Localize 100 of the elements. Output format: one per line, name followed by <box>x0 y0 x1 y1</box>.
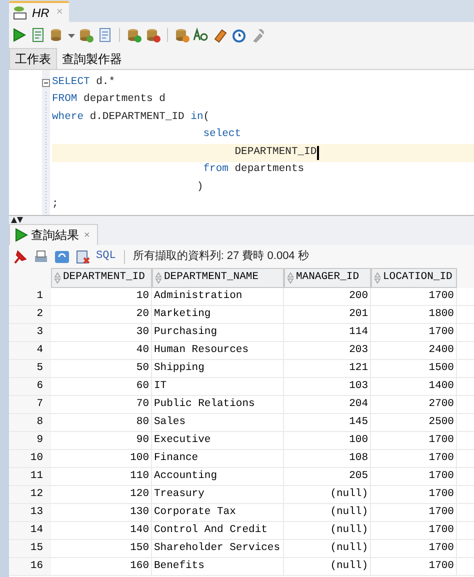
table-cell: 20 <box>51 306 152 323</box>
sort-icon <box>54 272 61 284</box>
commit-icon[interactable] <box>126 26 142 42</box>
table-cell: (null) <box>284 558 371 575</box>
table-cell: Sales <box>152 414 284 431</box>
table-cell: 1500 <box>371 360 457 377</box>
table-cell: 1700 <box>371 540 457 557</box>
table-cell: 90 <box>51 432 152 449</box>
table-cell: 50 <box>51 360 152 377</box>
tab-label: HR <box>32 4 50 22</box>
row-number: 11 <box>9 468 51 485</box>
table-cell: 1700 <box>371 486 457 503</box>
editor-tab[interactable]: 工作表 <box>9 48 57 69</box>
table-cell: 201 <box>284 306 371 323</box>
sort-icon <box>374 272 381 284</box>
table-cell: (null) <box>284 504 371 521</box>
editor-tab[interactable]: 查詢製作器 <box>57 48 127 69</box>
table-cell: 1800 <box>371 306 457 323</box>
table-cell: Benefits <box>152 558 284 575</box>
table-cell: 60 <box>51 378 152 395</box>
table-cell: 121 <box>284 360 371 377</box>
table-cell: 150 <box>51 540 152 557</box>
table-cell: 40 <box>51 342 152 359</box>
table-cell: 1700 <box>371 288 457 305</box>
table-cell: 1700 <box>371 450 457 467</box>
column-header[interactable]: DEPARTMENT_ID <box>51 268 152 288</box>
rollback-icon[interactable] <box>145 26 161 42</box>
table-cell: Purchasing <box>152 324 284 341</box>
table-cell: 1700 <box>371 558 457 575</box>
code-line: FROM departments d <box>52 92 166 108</box>
document-search-icon[interactable] <box>97 26 113 42</box>
code-line: SELECT d.* <box>52 74 116 90</box>
database-icon[interactable] <box>78 26 94 42</box>
table-cell: (null) <box>284 540 371 557</box>
table-cell: 1700 <box>371 504 457 521</box>
results-tab[interactable]: 查詢結果 × <box>9 224 98 245</box>
table-cell: Control And Credit <box>152 522 284 539</box>
row-number: 4 <box>9 342 51 359</box>
pin-icon[interactable] <box>12 248 28 264</box>
table-cell: 114 <box>284 324 371 341</box>
column-header[interactable]: DEPARTMENT_NAME <box>152 268 284 288</box>
table-cell: 10 <box>51 288 152 305</box>
print-icon[interactable] <box>33 248 49 264</box>
row-number: 6 <box>9 378 51 395</box>
run-icon[interactable] <box>11 26 27 42</box>
table-cell: 100 <box>284 432 371 449</box>
splitter-arrows-icon[interactable] <box>11 216 23 222</box>
row-number: 16 <box>9 558 51 575</box>
table-cell: 30 <box>51 324 152 341</box>
row-number: 8 <box>9 414 51 431</box>
tab-label: 查詢結果 <box>31 227 79 244</box>
delete-icon[interactable] <box>75 248 91 264</box>
table-cell: 200 <box>284 288 371 305</box>
run-script-icon[interactable] <box>30 26 46 42</box>
document-tab[interactable]: HR × <box>9 1 69 22</box>
table-cell: Corporate Tax <box>152 504 284 521</box>
table-cell: 110 <box>51 468 152 485</box>
table-cell: 205 <box>284 468 371 485</box>
run-icon[interactable] <box>13 227 29 243</box>
code-line: select <box>202 127 242 142</box>
table-cell: 80 <box>51 414 152 431</box>
row-number: 9 <box>9 432 51 449</box>
table-cell: 2700 <box>371 396 457 413</box>
table-cell: 100 <box>51 450 152 467</box>
table-cell: 1400 <box>371 378 457 395</box>
table-cell: 2500 <box>371 414 457 431</box>
table-cell: Public Relations <box>152 396 284 413</box>
table-cell: 145 <box>284 414 371 431</box>
row-number: 15 <box>9 540 51 557</box>
row-number: 7 <box>9 396 51 413</box>
table-cell: Administration <box>152 288 284 305</box>
table-cell: 70 <box>51 396 152 413</box>
table-cell: 1700 <box>371 522 457 539</box>
code-line: ; <box>52 197 60 212</box>
code-editor[interactable]: SELECT d.* FROM departments d where d.DEPARTMENT_ID in( select DEPARTMENT_ID from departments ) ; <box>9 70 474 216</box>
clock-icon[interactable] <box>231 26 247 42</box>
table-cell: 1700 <box>371 468 457 485</box>
row-number: 10 <box>9 450 51 467</box>
table-cell: Human Resources <box>152 342 284 359</box>
sql-database-icon[interactable] <box>174 26 190 42</box>
table-cell: Accounting <box>152 468 284 485</box>
table-cell: (null) <box>284 486 371 503</box>
table-cell: 203 <box>284 342 371 359</box>
table-cell: Treasury <box>152 486 284 503</box>
fold-icon[interactable] <box>42 78 50 87</box>
eraser-icon[interactable] <box>212 26 228 42</box>
row-number: 1 <box>9 288 51 305</box>
table-cell: 108 <box>284 450 371 467</box>
code-line: where d.DEPARTMENT_ID in( <box>52 110 211 125</box>
table-cell: 130 <box>51 504 152 521</box>
table-cell: Executive <box>152 432 284 449</box>
table-cell: 1700 <box>371 324 457 341</box>
table-cell: IT <box>152 378 284 395</box>
format-icon[interactable] <box>193 26 209 42</box>
status-text: 所有擷取的資料列: 27 費時 0.004 秒 <box>132 249 309 264</box>
table-cell: Shipping <box>152 360 284 377</box>
table-cell: 1700 <box>371 432 457 449</box>
column-header[interactable]: MANAGER_ID <box>284 268 371 288</box>
column-header[interactable]: LOCATION_ID <box>371 268 457 288</box>
sql-link[interactable]: SQL <box>96 248 116 265</box>
